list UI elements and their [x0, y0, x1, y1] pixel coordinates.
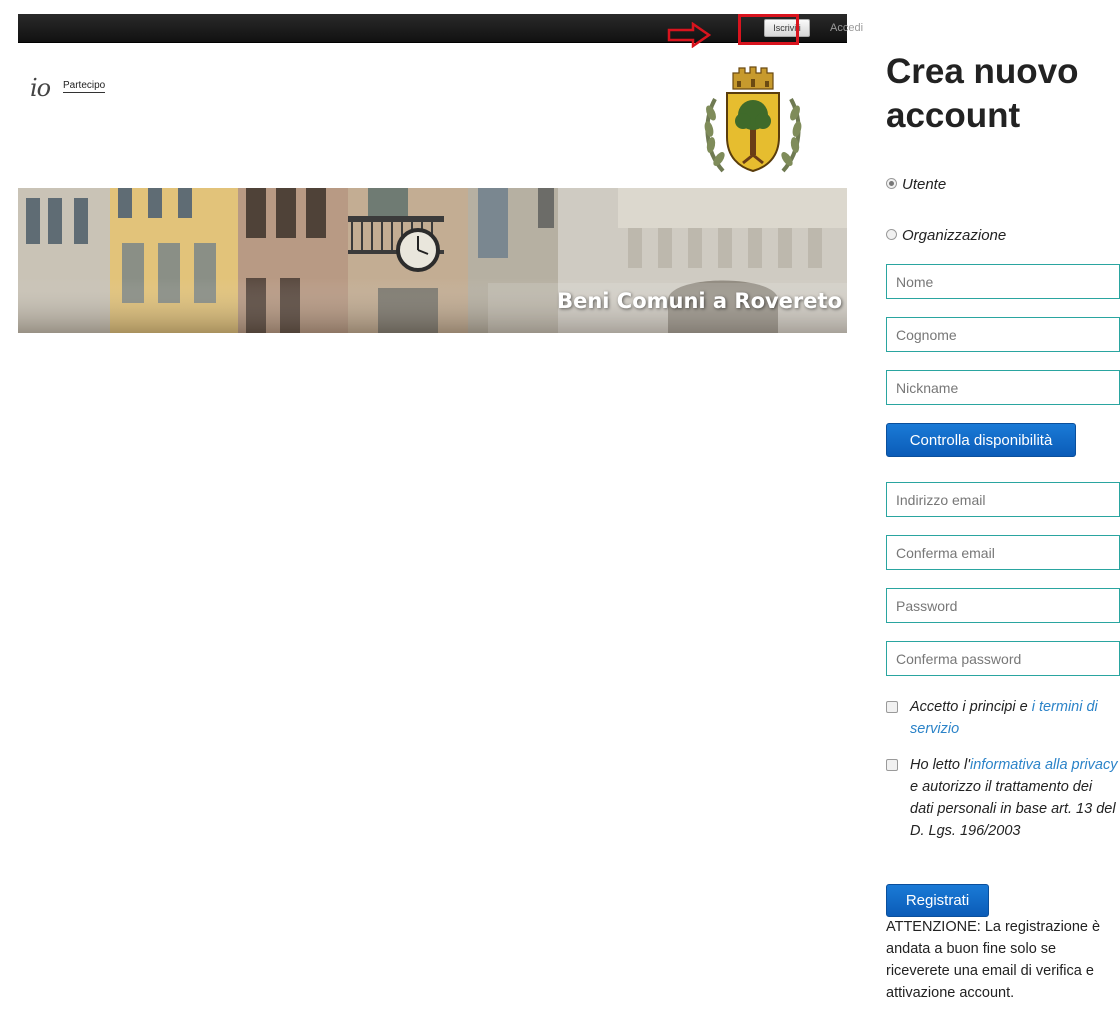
radio-organizzazione-label: Organizzazione	[902, 227, 1007, 244]
check-availability-button[interactable]: Controlla disponibilità	[886, 423, 1076, 457]
cognome-field[interactable]	[886, 317, 1120, 352]
form-title: Crea nuovo account	[886, 52, 1079, 135]
radio-organizzazione[interactable]	[886, 228, 897, 240]
terms-row: Accetto i principi e i termini di serviz…	[886, 696, 1118, 740]
signup-form: Crea nuovo account Utente Organizzazione…	[886, 50, 1120, 1001]
banner-title: Beni Comuni a Rovereto	[557, 289, 842, 313]
terms-checkbox[interactable]	[886, 701, 898, 713]
nickname-field[interactable]	[886, 370, 1120, 405]
privacy-checkbox[interactable]	[886, 759, 898, 771]
iopartecipo-logo[interactable]: io Partecipo	[30, 74, 106, 104]
privacy-text-suffix: e autorizzo il trattamento dei dati pers…	[910, 779, 1116, 839]
confirm-email-field[interactable]	[886, 535, 1120, 570]
account-type-utente[interactable]: Utente	[886, 176, 946, 193]
header-banner-image: Beni Comuni a Rovereto	[18, 188, 847, 333]
account-type-organizzazione[interactable]: Organizzazione	[886, 227, 1006, 244]
privacy-text-prefix: Ho letto l'	[910, 757, 970, 773]
register-button[interactable]: Registrati	[886, 884, 989, 917]
logo-text: Partecipo	[63, 80, 106, 93]
terms-text: Accetto i principi e	[910, 699, 1032, 715]
top-navigation-bar: Iscriviti Accedi	[18, 14, 863, 43]
registration-warning: ATTENZIONE: La registrazione è andata a …	[886, 919, 1101, 1001]
signup-highlight-box	[738, 14, 799, 45]
radio-utente-label: Utente	[902, 176, 947, 193]
right-arrow-icon	[667, 22, 711, 48]
password-field[interactable]	[886, 588, 1120, 623]
confirm-password-field[interactable]	[886, 641, 1120, 676]
email-field[interactable]	[886, 482, 1120, 517]
logo-prefix: io	[30, 74, 51, 102]
privacy-row: Ho letto l'informativa alla privacy e au…	[886, 754, 1118, 842]
privacy-link[interactable]: informativa alla privacy	[970, 757, 1117, 773]
nome-field[interactable]	[886, 264, 1120, 299]
coat-of-arms-icon	[704, 66, 802, 173]
radio-utente[interactable]	[886, 177, 897, 189]
login-link[interactable]: Accedi	[830, 14, 863, 42]
